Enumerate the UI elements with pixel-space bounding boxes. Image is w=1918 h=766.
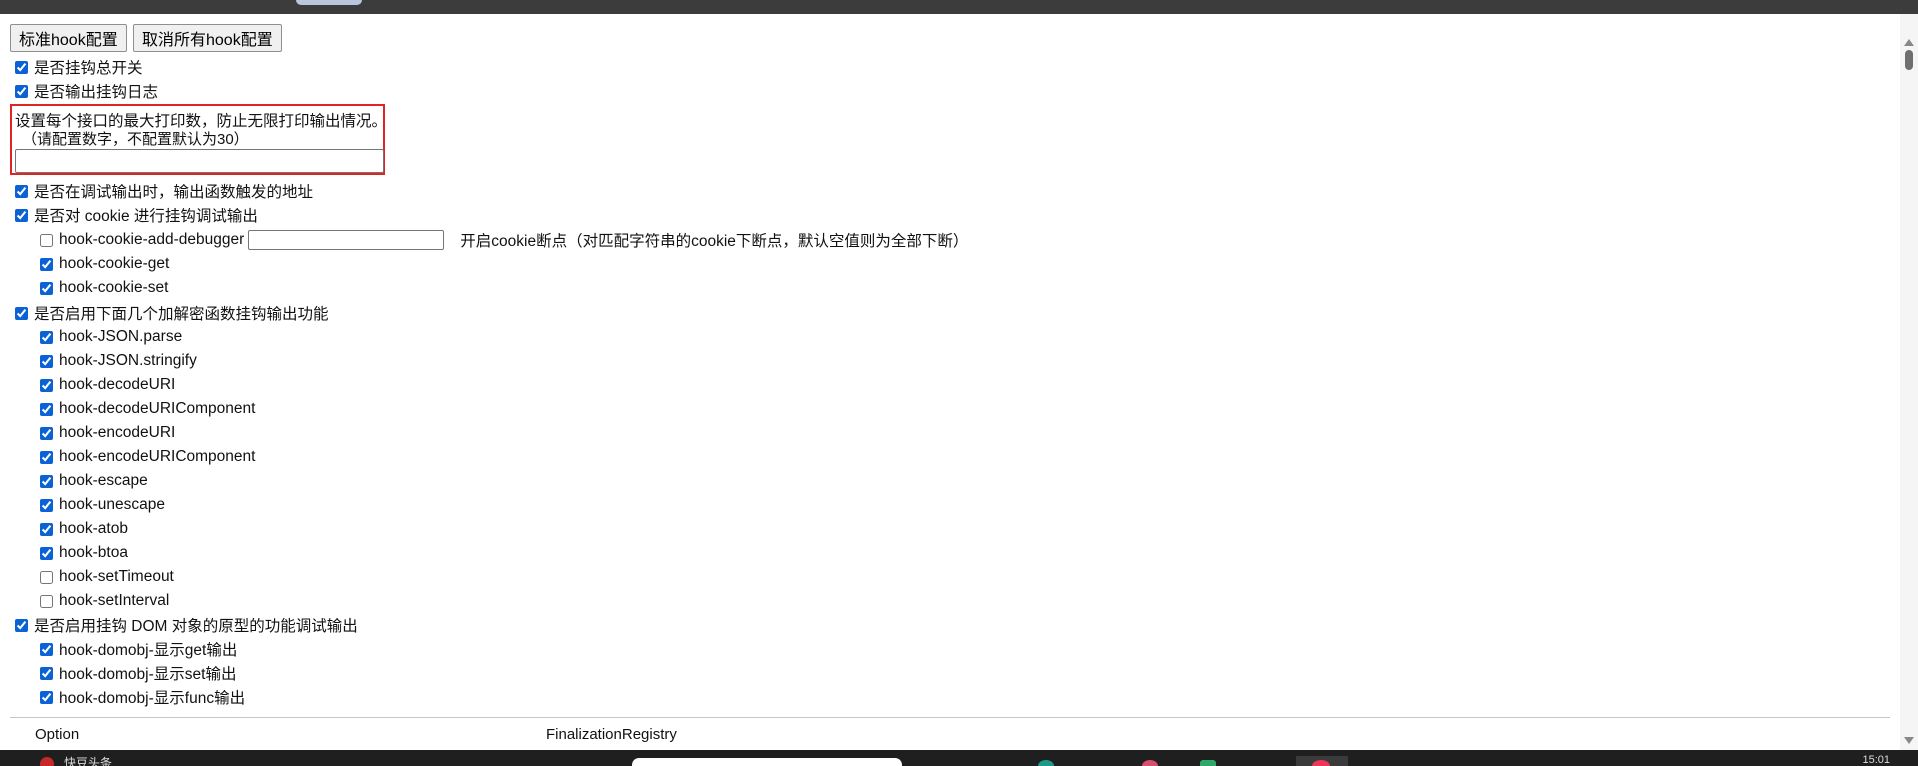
dom-item-label: hook-domobj-显示func输出	[59, 690, 246, 707]
cancel-all-hook-config-button[interactable]: 取消所有hook配置	[133, 24, 282, 52]
tab-indicator[interactable]	[296, 0, 362, 5]
crypto-item-label: hook-decodeURIComponent	[59, 400, 256, 417]
crypto-item-label: hook-setInterval	[59, 592, 170, 609]
dom-item-label: hook-domobj-显示get输出	[59, 642, 238, 659]
crypto-item-checkbox[interactable]	[40, 546, 53, 560]
crypto-item-checkbox[interactable]	[40, 570, 53, 584]
scroll-down-arrow-icon[interactable]	[1904, 737, 1914, 744]
app-icon-red[interactable]	[1312, 760, 1330, 766]
crypto-item-checkbox[interactable]	[40, 594, 53, 608]
crypto-item-checkbox[interactable]	[40, 474, 53, 488]
crypto-item-label: hook-decodeURI	[59, 376, 176, 393]
crypto-item-option[interactable]: hook-setTimeout	[40, 566, 174, 588]
max-print-input[interactable]	[15, 149, 384, 173]
crypto-item-checkbox[interactable]	[40, 378, 53, 392]
crypto-item-option[interactable]: hook-JSON.stringify	[40, 350, 197, 372]
dom-hook-option[interactable]: 是否启用挂钩 DOM 对象的原型的功能调试输出	[15, 614, 358, 636]
cookie-hook-option[interactable]: 是否对 cookie 进行挂钩调试输出	[15, 204, 258, 226]
crypto-item-label: hook-encodeURIComponent	[59, 448, 256, 465]
edge-browser-icon[interactable]	[1038, 760, 1054, 766]
max-print-hint: （请配置数字，不配置默认为30）	[22, 131, 249, 148]
dom-item-checkbox[interactable]	[40, 690, 53, 704]
crypto-item-option[interactable]: hook-setInterval	[40, 590, 169, 612]
cookie-add-debugger-option: hook-cookie-add-debugger 开启cookie断点（对匹配字…	[40, 229, 968, 251]
crypto-item-checkbox[interactable]	[40, 522, 53, 536]
dom-item-checkbox[interactable]	[40, 642, 53, 656]
cookie-add-debugger-label: hook-cookie-add-debugger	[59, 231, 245, 248]
cookie-item-checkbox[interactable]	[40, 257, 53, 271]
crypto-hook-option[interactable]: 是否启用下面几个加解密函数挂钩输出功能	[15, 302, 329, 324]
scrollbar-thumb[interactable]	[1905, 50, 1913, 70]
dom-item-label: hook-domobj-显示set输出	[59, 666, 237, 683]
crypto-item-option[interactable]: hook-btoa	[40, 542, 128, 564]
crypto-item-option[interactable]: hook-atob	[40, 518, 128, 540]
debug-address-option[interactable]: 是否在调试输出时，输出函数触发的地址	[15, 180, 313, 202]
app-icon-green[interactable]	[1200, 760, 1216, 766]
dom-item-option[interactable]: hook-domobj-显示set输出	[40, 662, 236, 684]
crypto-item-checkbox[interactable]	[40, 450, 53, 464]
crypto-item-label: hook-escape	[59, 472, 148, 489]
cookie-item-option[interactable]: hook-cookie-get	[40, 253, 169, 275]
cookie-item-checkbox[interactable]	[40, 281, 53, 295]
crypto-item-label: hook-unescape	[59, 496, 165, 513]
dom-item-checkbox[interactable]	[40, 666, 53, 680]
log-output-label: 是否输出挂钩日志	[34, 84, 159, 101]
crypto-item-option[interactable]: hook-encodeURIComponent	[40, 446, 255, 468]
news-app-icon[interactable]	[40, 757, 54, 766]
taskbar: 快豆头条 15:01	[0, 750, 1918, 766]
dom-hook-label: 是否启用挂钩 DOM 对象的原型的功能调试输出	[34, 618, 358, 635]
cookie-item-label: hook-cookie-set	[59, 279, 169, 296]
crypto-item-option[interactable]: hook-decodeURI	[40, 374, 175, 396]
crypto-item-label: hook-JSON.parse	[59, 328, 183, 345]
taskbar-news-text[interactable]: 快豆头条	[64, 754, 112, 766]
crypto-item-option[interactable]: hook-unescape	[40, 494, 165, 516]
master-switch-option[interactable]: 是否挂钩总开关	[15, 56, 143, 78]
crypto-item-option[interactable]: hook-decodeURIComponent	[40, 398, 255, 420]
log-output-checkbox[interactable]	[15, 84, 28, 98]
crypto-item-label: hook-btoa	[59, 544, 128, 561]
footer-option-label: Option	[35, 726, 80, 743]
cookie-add-debugger-checkbox[interactable]	[40, 233, 53, 247]
cookie-debugger-match-input[interactable]	[248, 230, 445, 250]
crypto-item-label: hook-JSON.stringify	[59, 352, 197, 369]
crypto-item-checkbox[interactable]	[40, 426, 53, 440]
dom-item-option[interactable]: hook-domobj-显示get输出	[40, 638, 237, 660]
standard-hook-config-button[interactable]: 标准hook配置	[10, 24, 127, 52]
taskbar-search-box[interactable]	[632, 758, 902, 766]
crypto-item-label: hook-encodeURI	[59, 424, 176, 441]
browser-top-bar	[0, 0, 1918, 14]
divider	[10, 717, 1890, 718]
dom-hook-checkbox[interactable]	[15, 618, 28, 632]
master-switch-label: 是否挂钩总开关	[34, 60, 143, 77]
master-switch-checkbox[interactable]	[15, 60, 28, 74]
app-icon-pink[interactable]	[1142, 760, 1158, 766]
scroll-up-arrow-icon[interactable]	[1904, 39, 1914, 46]
vertical-scrollbar[interactable]	[1900, 14, 1918, 750]
cookie-hook-checkbox[interactable]	[15, 208, 28, 222]
crypto-hook-label: 是否启用下面几个加解密函数挂钩输出功能	[34, 306, 329, 323]
crypto-item-option[interactable]: hook-escape	[40, 470, 148, 492]
crypto-item-option[interactable]: hook-encodeURI	[40, 422, 175, 444]
crypto-item-checkbox[interactable]	[40, 354, 53, 368]
cookie-hook-label: 是否对 cookie 进行挂钩调试输出	[34, 208, 258, 225]
crypto-item-label: hook-atob	[59, 520, 128, 537]
taskbar-clock: 15:01	[1862, 754, 1890, 766]
debug-address-label: 是否在调试输出时，输出函数触发的地址	[34, 184, 314, 201]
crypto-item-checkbox[interactable]	[40, 330, 53, 344]
crypto-hook-checkbox[interactable]	[15, 306, 28, 320]
log-output-option[interactable]: 是否输出挂钩日志	[15, 80, 158, 102]
crypto-item-option[interactable]: hook-JSON.parse	[40, 326, 182, 348]
dom-item-option[interactable]: hook-domobj-显示func输出	[40, 686, 245, 708]
debug-address-checkbox[interactable]	[15, 184, 28, 198]
crypto-item-checkbox[interactable]	[40, 498, 53, 512]
crypto-item-checkbox[interactable]	[40, 402, 53, 416]
max-print-highlight-box: 设置每个接口的最大打印数，防止无限打印输出情况。 （请配置数字，不配置默认为30…	[10, 104, 387, 175]
footer-finalization-registry: FinalizationRegistry	[546, 726, 677, 743]
cookie-item-option[interactable]: hook-cookie-set	[40, 277, 168, 299]
crypto-item-label: hook-setTimeout	[59, 568, 174, 585]
cookie-debugger-hint: 开启cookie断点（对匹配字符串的cookie下断点，默认空值则为全部下断）	[460, 233, 969, 250]
cookie-item-label: hook-cookie-get	[59, 255, 170, 272]
